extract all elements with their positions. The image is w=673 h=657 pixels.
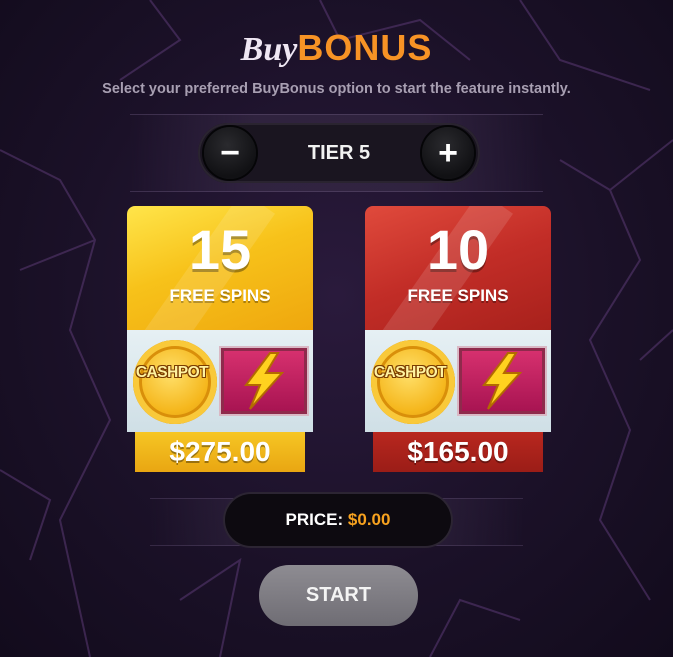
card-symbols: CASHPOT [127,330,313,432]
tier-selector: − TIER 5 + [198,123,480,183]
cashpot-label: CASHPOT [135,364,209,381]
card-price: $275.00 [135,432,305,472]
card-symbols: CASHPOT [365,330,551,432]
card-price: $165.00 [373,432,543,472]
card-header: 10 FREE SPINS [365,206,551,330]
background-cracks [0,0,673,657]
bonus-option-card-15-spins[interactable]: 15 FREE SPINS CASHPOT $275.00 [127,206,313,472]
tier-increase-button[interactable]: + [422,127,474,179]
title-bonus-text: BONUS [297,27,433,68]
free-spins-count: 10 [426,218,490,281]
free-spins-label: FREE SPINS [169,286,271,305]
cashpot-label: CASHPOT [373,364,447,381]
free-spins-label: FREE SPINS [407,286,509,305]
page-title: BuyBONUS [0,26,673,72]
cashpot-coin-icon [133,340,217,424]
lightning-bolt-icon [219,346,309,416]
lightning-bolt-icon [457,346,547,416]
start-button[interactable]: START [259,565,418,626]
title-buy-text: Buy [240,31,298,68]
price-label: PRICE: [285,510,344,529]
free-spins-count: 15 [188,218,252,281]
card-header: 15 FREE SPINS [127,206,313,330]
price-display: PRICE: $0.00 [225,494,451,546]
subtitle: Select your preferred BuyBonus option to… [102,81,571,97]
cashpot-coin-icon [371,340,455,424]
bonus-option-card-10-spins[interactable]: 10 FREE SPINS CASHPOT $165.00 [365,206,551,472]
price-value: $0.00 [347,510,391,529]
